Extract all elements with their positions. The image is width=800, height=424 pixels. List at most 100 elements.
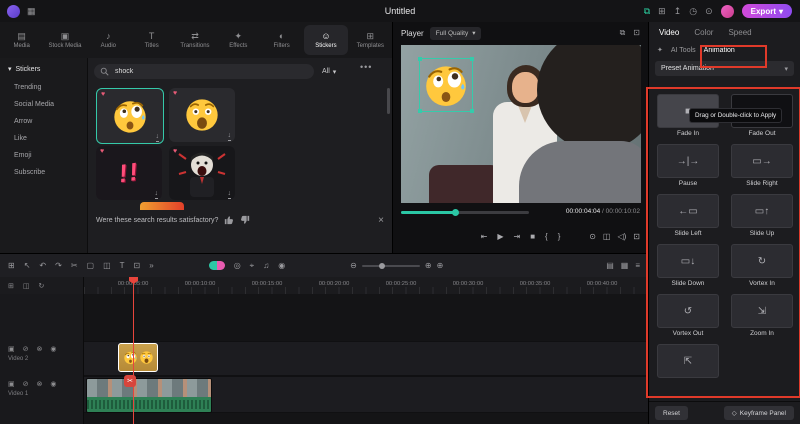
zoom-in-icon[interactable]: ⊕ (425, 261, 432, 270)
sticker-result-shock-emoji[interactable]: ♥ ↓ (96, 88, 164, 144)
mask-icon[interactable]: ⊡ (134, 261, 141, 270)
favorite-icon[interactable]: ♥ (100, 148, 104, 155)
resize-handle[interactable] (470, 57, 474, 61)
sticker-result-wow-emoji[interactable]: ♥ ↓ (169, 88, 235, 142)
detach-player-icon[interactable]: ⊡ (633, 28, 640, 38)
media-library-icon[interactable]: ▦ (27, 6, 36, 16)
user-avatar[interactable] (720, 4, 734, 18)
visibility-icon[interactable]: ◉ (50, 380, 56, 388)
volume-icon[interactable]: ◁) (617, 232, 626, 241)
subtab-ai-tools[interactable]: AI Tools (671, 47, 696, 54)
scrollbar[interactable] (387, 88, 390, 114)
export-button[interactable]: Export ▾ (741, 4, 792, 18)
preset-vortex-in-thumb[interactable]: ↻ (731, 244, 793, 278)
sidebar-item-arrow[interactable]: Arrow (0, 113, 87, 130)
tab-video[interactable]: Video (659, 28, 679, 37)
cut-badge-icon[interactable]: ✂ (124, 375, 136, 387)
preset-slide-right-thumb[interactable]: ▭→ (731, 144, 793, 178)
render-preview-icon[interactable]: ◫ (603, 232, 611, 241)
tab-speed[interactable]: Speed (728, 28, 751, 37)
snapshot-icon[interactable]: ⊙ (589, 232, 596, 241)
split-view-icon[interactable]: ⧉ (620, 28, 626, 38)
shocked-emoji-overlay[interactable] (422, 61, 470, 109)
tab-titles[interactable]: T Titles (130, 22, 173, 58)
preset-vortex-out-thumb[interactable]: ↺ (657, 294, 719, 328)
sticker-clip[interactable] (118, 343, 158, 372)
subtab-animation[interactable]: Animation (704, 47, 735, 54)
sticker-selection-box[interactable] (418, 57, 474, 113)
trim-icon[interactable]: ◫ (103, 261, 111, 270)
search-input[interactable] (113, 67, 308, 76)
preset-zoom-in-thumb[interactable]: ⇲ (731, 294, 793, 328)
layout-icon[interactable]: ⊞ (658, 6, 666, 16)
preset-slide-down-thumb[interactable]: ▭↓ (657, 244, 719, 278)
pointer-icon[interactable]: ↖ (24, 261, 31, 270)
thumbs-down-icon[interactable] (240, 215, 250, 225)
favorite-icon[interactable]: ♥ (173, 90, 177, 97)
fit-timeline-icon[interactable]: ⊕ (437, 261, 444, 270)
grid-view-icon[interactable]: ▦ (621, 261, 629, 270)
sidebar-item-like[interactable]: Like (0, 130, 87, 147)
tab-media[interactable]: ▤ Media (0, 22, 43, 58)
voiceover-icon[interactable]: ⌖ (250, 261, 255, 271)
preset-slide-left-thumb[interactable]: ←▭ (657, 194, 719, 228)
add-track-icon[interactable]: ⊞ (8, 282, 14, 290)
menu-icon[interactable]: ≡ (635, 261, 640, 270)
timeline-ruler[interactable]: ⊞ ◫ ↻ 00:00:05:00 00:00:10:00 00:00:15:0… (0, 277, 648, 295)
resize-handle[interactable] (418, 57, 422, 61)
record-icon[interactable]: ◉ (278, 261, 285, 270)
thumbs-up-icon[interactable] (224, 215, 234, 225)
lock-icon[interactable]: ⊘ (23, 345, 29, 353)
list-view-icon[interactable]: ▤ (606, 261, 614, 270)
close-icon[interactable]: × (378, 215, 384, 226)
sticker-result-exclamation[interactable]: !! ♥ ↓ (96, 146, 162, 200)
track-lane-video2[interactable] (84, 341, 648, 376)
stop-icon[interactable]: ■ (530, 232, 535, 241)
more-tools-icon[interactable]: » (149, 261, 153, 270)
mark-out-icon[interactable]: } (558, 232, 561, 241)
mute-icon[interactable]: ⊗ (37, 380, 43, 388)
preset-animation-dropdown[interactable]: Preset Animation ▾ (655, 61, 794, 76)
download-icon[interactable]: ↓ (154, 190, 158, 199)
tab-effects[interactable]: ✦ Effects (217, 22, 260, 58)
progress-knob[interactable] (451, 209, 459, 216)
mute-icon[interactable]: ⊗ (37, 345, 43, 353)
video-preview[interactable] (401, 45, 641, 203)
previous-frame-icon[interactable]: ⇤ (481, 232, 488, 241)
history-icon[interactable]: ◷ (689, 6, 697, 16)
tab-templates[interactable]: ⊞ Templates (349, 22, 392, 58)
track-options-icon[interactable]: ◫ (23, 282, 30, 290)
split-icon[interactable]: ✂ (71, 261, 78, 270)
zoom-out-icon[interactable]: ⊖ (350, 261, 357, 270)
audio-mixer-icon[interactable]: ♫ (263, 261, 269, 270)
tab-stock-media[interactable]: ▣ Stock Media (43, 22, 86, 58)
tab-stickers[interactable]: ☺ Stickers (304, 25, 348, 55)
sidebar-item-subscribe[interactable]: Subscribe (0, 164, 87, 181)
preset-zoom-out-thumb[interactable]: ⇱ (657, 344, 719, 378)
zoom-slider[interactable] (361, 262, 420, 269)
download-icon[interactable]: ↓ (227, 190, 231, 199)
crop-icon[interactable]: ▢ (87, 261, 95, 270)
sidebar-header[interactable]: ▾ Stickers (0, 58, 87, 79)
resize-handle[interactable] (418, 109, 422, 113)
ai-beat-toggle[interactable] (208, 261, 225, 270)
next-frame-icon[interactable]: ⇥ (513, 232, 520, 241)
preset-slide-up-thumb[interactable]: ▭↑ (731, 194, 793, 228)
manage-tracks-icon[interactable]: ⊞ (8, 261, 15, 270)
favorite-icon[interactable]: ♥ (101, 91, 105, 98)
mark-in-icon[interactable]: { (545, 232, 548, 241)
sidebar-item-social-media[interactable]: Social Media (0, 96, 87, 113)
reset-button[interactable]: Reset (655, 406, 688, 420)
text-tool-icon[interactable]: T (120, 261, 125, 270)
rerender-icon[interactable]: ↻ (39, 282, 45, 290)
sidebar-item-emoji[interactable]: Emoji (0, 147, 87, 164)
keyframe-panel-button[interactable]: ◇ Keyframe Panel (723, 406, 794, 420)
quality-dropdown[interactable]: Full Quality ▾ (429, 26, 482, 40)
redo-icon[interactable]: ↷ (55, 261, 62, 270)
playhead[interactable] (133, 277, 134, 424)
resize-handle[interactable] (470, 109, 474, 113)
favorite-icon[interactable]: ♥ (173, 148, 177, 155)
upload-icon[interactable]: ↥ (674, 6, 682, 16)
mic-icon[interactable]: ⊙ (705, 6, 713, 16)
preset-pause-thumb[interactable]: →|→ (657, 144, 719, 178)
